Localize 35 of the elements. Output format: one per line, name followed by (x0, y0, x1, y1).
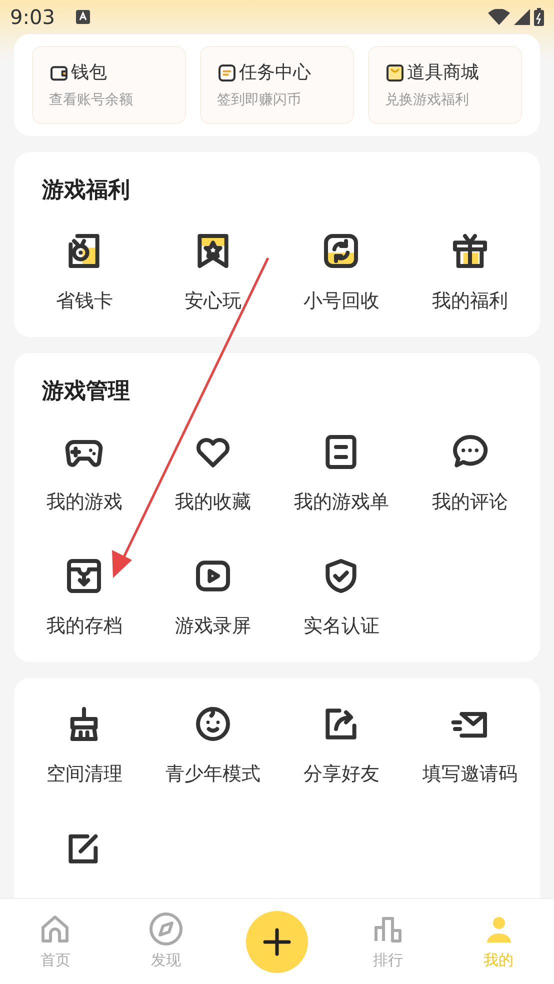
tile-title: 道具商城 (407, 61, 479, 85)
menu-item-label[interactable]: 我的福利 (432, 287, 508, 316)
quick-link-tile[interactable]: 任务中心 签到即赚闪币 (200, 46, 354, 124)
menu-item-label[interactable]: 我的存档 (46, 612, 122, 640)
menu-item-label[interactable]: 我的游戏 (46, 488, 122, 516)
tile-subtitle: 签到即赚闪币 (217, 91, 302, 110)
menu-item-label[interactable]: 游戏录屏 (174, 612, 251, 640)
signal-icon (514, 9, 530, 25)
tile-subtitle: 兑换游戏福利 (385, 91, 470, 110)
battery-icon (534, 8, 544, 26)
menu-item-label[interactable]: 分享好友 (303, 760, 380, 788)
quick-link-tile[interactable]: 道具商城 兑换游戏福利 (368, 46, 522, 124)
menu-item-label[interactable]: 青少年模式 (165, 760, 260, 788)
menu-item-label[interactable]: 空间清理 (46, 760, 122, 788)
menu-item-label[interactable]: 我的评论 (432, 488, 508, 516)
wifi-icon (488, 9, 510, 25)
tile-title: 钱包 (71, 61, 107, 85)
menu-item-label[interactable]: 安心玩 (184, 287, 242, 316)
status-time: 9:03 (10, 4, 55, 31)
bag-icon (385, 62, 405, 82)
quick-link-tile[interactable]: 钱包 查看账号余额 (32, 46, 186, 124)
section-title: 游戏福利 (40, 177, 131, 205)
notification-icon (74, 9, 91, 25)
compass-icon (148, 911, 184, 948)
menu-item-label[interactable]: 小号回收 (303, 287, 380, 316)
menu-item-label[interactable]: 实名认证 (303, 612, 380, 640)
menu-item-label[interactable]: 我的收藏 (174, 488, 251, 516)
section-title: 游戏管理 (40, 378, 131, 406)
tile-subtitle: 查看账号余额 (49, 91, 134, 110)
tile-title: 任务中心 (239, 61, 311, 85)
menu-item-label[interactable]: 我的游戏单 (294, 488, 389, 516)
plus-icon (262, 926, 292, 956)
menu-item-label[interactable]: 填写邀请码 (422, 760, 518, 788)
menu-item-label[interactable]: 省钱卡 (56, 287, 113, 316)
document-icon (217, 62, 237, 82)
